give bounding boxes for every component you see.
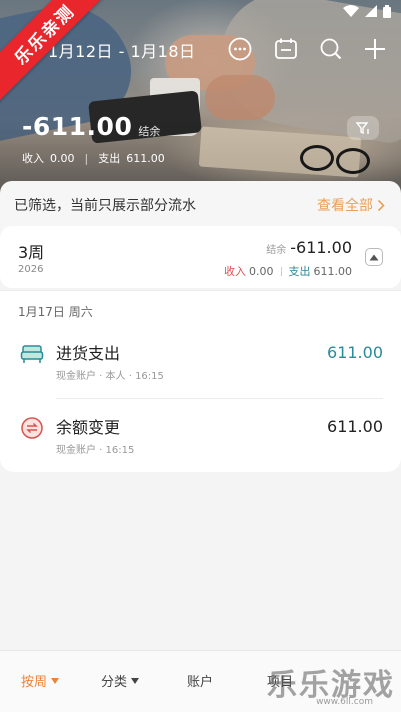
week-title: 3周 [18, 243, 45, 262]
week-summary-card[interactable]: 3周 2026 结余 -611.00 收入 0.00 支出 611.00 [0, 226, 401, 288]
transaction-meta: 现金账户 · 本人 · 16:15 [56, 371, 164, 382]
divider: | [84, 151, 89, 165]
calendar-icon [275, 38, 297, 59]
add-button[interactable] [362, 36, 390, 64]
income-label: 收入 [22, 152, 44, 165]
filter-button[interactable] [347, 116, 379, 140]
filter-notice: 已筛选，当前只展示部分流水 查看全部 [0, 181, 401, 229]
collapse-button[interactable] [365, 248, 383, 266]
transaction-amount: 611.00 [327, 343, 383, 362]
transaction-row[interactable]: 余额变更 现金账户 · 16:15 611.00 [0, 408, 401, 466]
nav-item-label: 按周 [20, 675, 47, 690]
balance-change-icon [21, 417, 43, 439]
transaction-title: 余额变更 [56, 418, 121, 437]
transaction-row[interactable]: 进货支出 现金账户 · 本人 · 16:15 611.00 [0, 334, 401, 392]
calendar-button[interactable] [273, 36, 301, 64]
balance-label: 结余 [138, 125, 161, 138]
header-income-expense: 收入 0.00 | 支出 611.00 [22, 150, 165, 166]
balance-amount: -611.00 [22, 112, 133, 141]
battery-icon [383, 5, 391, 18]
wifi-icon [343, 5, 359, 17]
date-range[interactable]: 1月12日 - 1月18日 [48, 38, 196, 62]
week-income-expense: 收入 0.00 支出 611.00 [224, 263, 352, 279]
caret-down-icon [51, 677, 59, 684]
week-balance-label: 结余 [266, 245, 287, 256]
transaction-title: 进货支出 [56, 344, 121, 363]
nav-item-account[interactable]: 账户 [160, 671, 240, 690]
search-icon [320, 38, 342, 60]
day-transactions-card: 1月17日 周六 进货支出 现金账户 · 本人 · 16:15 611.00 余… [0, 290, 401, 472]
nav-item-category[interactable]: 分类 [80, 671, 160, 690]
expense-label: 支出 [98, 152, 121, 165]
transaction-meta: 现金账户 · 16:15 [56, 445, 135, 456]
caret-down-icon [131, 677, 139, 684]
more-icon [228, 37, 252, 61]
transaction-amount: 611.00 [327, 417, 383, 436]
search-button[interactable] [318, 36, 346, 64]
week-year: 2026 [18, 264, 44, 275]
nav-item-project[interactable]: 项目 [240, 671, 320, 690]
header-balance: -611.00 结余 [22, 112, 160, 141]
week-expense-value: 611.00 [313, 264, 353, 278]
view-all-label: 查看全部 [317, 198, 373, 214]
view-all-link[interactable]: 查看全部 [317, 195, 385, 215]
week-balance-value: -611.00 [290, 238, 352, 257]
week-balance: 结余 -611.00 [266, 238, 352, 257]
nav-item-label: 项目 [266, 675, 293, 690]
filter-notice-text: 已筛选，当前只展示部分流水 [14, 198, 196, 214]
filter-icon [355, 122, 369, 135]
day-header: 1月17日 周六 [18, 305, 93, 319]
week-income-label: 收入 [224, 265, 246, 278]
status-bar [343, 5, 391, 18]
expense-value: 611.00 [126, 151, 165, 165]
income-value: 0.00 [50, 151, 75, 165]
nav-item-label: 分类 [100, 675, 127, 690]
add-icon [365, 39, 385, 59]
week-expense-label: 支出 [288, 265, 311, 278]
divider [56, 398, 383, 399]
chevron-right-icon [377, 199, 385, 211]
divider [280, 266, 282, 276]
divider [0, 290, 401, 291]
week-income-value: 0.00 [249, 264, 274, 278]
sofa-icon [20, 345, 44, 363]
triangle-up-icon [369, 254, 379, 260]
signal-icon [365, 5, 377, 17]
bottom-nav: 按周 分类 账户 项目 [0, 650, 401, 712]
nav-item-label: 账户 [186, 675, 213, 690]
nav-item-week[interactable]: 按周 [0, 671, 80, 690]
more-button[interactable] [227, 36, 255, 64]
